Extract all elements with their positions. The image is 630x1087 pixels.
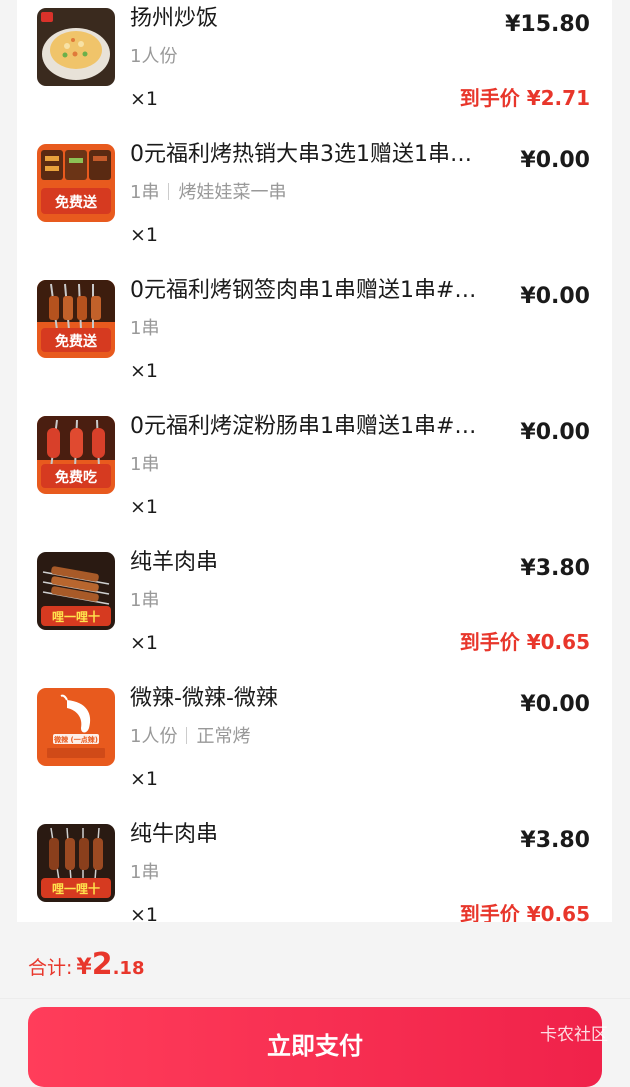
total-currency: ¥ [76,955,92,980]
order-item: 哩一哩十 纯羊肉串 1串 ×1 ¥3.80 到手价 ¥0.65 [17,544,612,680]
fried-rice-icon [37,8,115,86]
total-decimal: .18 [112,958,145,979]
item-quantity: ×1 [130,224,159,246]
item-name: 纯羊肉串 [130,550,219,575]
thumb-badge-text: 哩一哩十 [52,609,100,624]
item-quantity: ×1 [130,496,159,518]
spec-value: 1串 [130,454,160,475]
spec-separator [186,727,188,744]
spec-separator [168,183,170,200]
item-spec: 1人份 正常烤 [130,724,250,750]
spec-value: 烤娃娃菜一串 [178,182,287,203]
watermark: 卡农社区 [540,1025,608,1045]
item-quantity: ×1 [130,904,159,922]
spec-value: 1串 [130,182,160,203]
beef-skewer-thumbnail: 哩一哩十 [37,824,115,902]
item-name: 0元福利烤淀粉肠串1串赠送1串#… [130,414,477,439]
item-quantity: ×1 [130,632,159,654]
lamb-skewer-thumbnail: 哩一哩十 [37,552,115,630]
spec-value: 1人份 [130,726,178,747]
order-item: 免费送 0元福利烤热销大串3选1赠送1串… 1串 烤娃娃菜一串 ×1 ¥0.00 [17,136,612,272]
item-spec: 1串 烤娃娃菜一串 [130,180,286,206]
order-total: 合计: ¥2.18 [28,947,144,982]
item-spec: 1串 [130,588,159,614]
item-spec: 1串 [130,316,159,342]
spec-value: 1串 [130,318,160,339]
spec-value: 1串 [130,862,160,883]
order-item: 微辣 (一点辣) 微辣-微辣-微辣 1人份 正常烤 ×1 ¥0.00 [17,680,612,816]
thumb-badge-text: 免费送 [55,333,98,350]
pay-now-label: 立即支付 [267,1032,363,1060]
item-price: ¥3.80 [520,828,590,853]
thumb-badge-text: 微辣 (一点辣) [53,735,98,744]
item-name: 纯牛肉串 [130,822,219,847]
total-label: 合计: [28,957,73,979]
fried-rice-thumbnail [37,8,115,86]
item-price: ¥0.00 [520,420,590,445]
item-name: 微辣-微辣-微辣 [130,686,278,711]
item-name: 0元福利烤钢签肉串1串赠送1串#… [130,278,477,303]
spice-level-thumbnail: 微辣 (一点辣) [37,688,115,766]
item-name: 0元福利烤热销大串3选1赠送1串… [130,142,472,167]
beef-skewer-icon: 哩一哩十 [37,824,115,902]
item-name: 扬州炒饭 [130,6,219,31]
item-spec: 1人份 [130,44,177,70]
item-price: ¥0.00 [520,692,590,717]
pay-now-button[interactable]: 立即支付 [28,1007,602,1087]
order-item: 哩一哩十 纯牛肉串 1串 ×1 ¥3.80 到手价 ¥0.65 [17,816,612,922]
item-spec: 1串 [130,452,159,478]
item-price: ¥0.00 [520,148,590,173]
lamb-skewer-icon: 哩一哩十 [37,552,115,630]
item-price: ¥15.80 [505,12,590,37]
free-skewer-thumbnail: 免费送 [37,144,115,222]
footer-divider [0,998,630,999]
free-skewer-thumbnail: 免费送 [37,280,115,358]
spec-value: 正常烤 [196,726,251,747]
chili-icon: 微辣 (一点辣) [37,688,115,766]
thumb-badge-text: 免费吃 [55,469,97,486]
order-item: 免费送 0元福利烤钢签肉串1串赠送1串#… 1串 ×1 ¥0.00 [17,272,612,408]
skewer-free-icon: 免费送 [37,144,115,222]
order-item: 免费吃 0元福利烤淀粉肠串1串赠送1串#… 1串 ×1 ¥0.00 [17,408,612,544]
free-sausage-thumbnail: 免费吃 [37,416,115,494]
item-quantity: ×1 [130,88,159,110]
item-spec: 1串 [130,860,159,886]
sausage-free-icon: 免费吃 [37,416,115,494]
skewer-free-icon: 免费送 [37,280,115,358]
thumb-badge-text: 免费送 [55,194,98,211]
order-item-list: 扬州炒饭 1人份 ×1 ¥15.80 到手价 ¥2.71 免费送 0元福利烤热销… [17,0,612,922]
final-price: 到手价 ¥2.71 [459,86,590,110]
item-price: ¥3.80 [520,556,590,581]
spec-value: 1串 [130,590,160,611]
total-integer: 2 [91,947,113,982]
spec-value: 1人份 [130,46,178,67]
item-price: ¥0.00 [520,284,590,309]
item-quantity: ×1 [130,768,159,790]
final-price: 到手价 ¥0.65 [459,630,590,654]
item-quantity: ×1 [130,360,159,382]
thumb-badge-text: 哩一哩十 [52,881,100,896]
final-price: 到手价 ¥0.65 [459,902,590,922]
order-item: 扬州炒饭 1人份 ×1 ¥15.80 到手价 ¥2.71 [17,0,612,136]
